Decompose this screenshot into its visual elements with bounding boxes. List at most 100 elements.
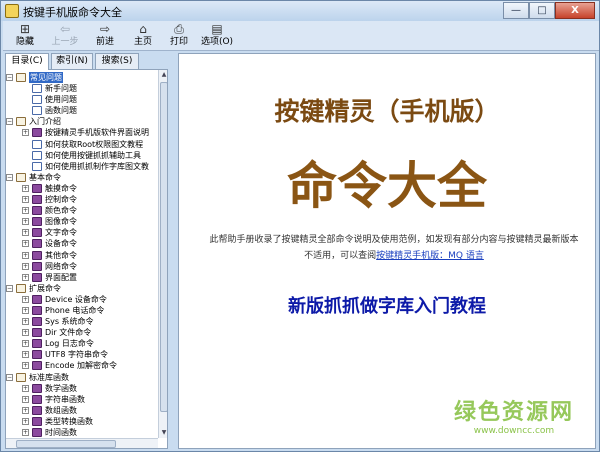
- tree-folder[interactable]: − 扩展命令: [6, 283, 156, 294]
- tree-item[interactable]: + Phone 电话命令: [6, 305, 156, 316]
- horizontal-scrollbar[interactable]: [6, 438, 158, 448]
- expand-icon[interactable]: +: [22, 184, 29, 192]
- vertical-scrollbar[interactable]: ▲ ▼: [158, 70, 167, 438]
- book-icon: [32, 394, 42, 404]
- expand-icon[interactable]: +: [22, 384, 29, 392]
- expand-icon[interactable]: +: [22, 318, 29, 326]
- tab-index[interactable]: 索引(N): [51, 53, 93, 69]
- tree-item[interactable]: + 文字命令: [6, 227, 156, 238]
- expand-icon[interactable]: +: [22, 129, 29, 137]
- tree-item-label: 时间函数: [45, 428, 77, 437]
- tree-item-label: Encode 加解密命令: [45, 361, 117, 371]
- tree-item-label: 入门介绍: [29, 117, 61, 127]
- home-button[interactable]: ⌂ 主页: [125, 22, 161, 50]
- title-bar[interactable]: 按键手机版命令大全 — □ X: [1, 1, 599, 21]
- tree-item[interactable]: + Dir 文件命令: [6, 327, 156, 338]
- expand-icon[interactable]: +: [22, 406, 29, 414]
- expand-icon[interactable]: +: [22, 329, 29, 337]
- book-icon: [32, 339, 42, 349]
- tree-item-label: Sys 系统命令: [45, 317, 94, 327]
- tree-item[interactable]: + Device 设备命令: [6, 294, 156, 305]
- forward-button[interactable]: ⇨ 前进: [87, 22, 123, 50]
- vertical-scroll-thumb[interactable]: [160, 82, 167, 412]
- tree-item-label: 新手问题: [45, 84, 77, 94]
- expand-icon[interactable]: +: [22, 362, 29, 370]
- tree-item[interactable]: + 字符串函数: [6, 394, 156, 405]
- scroll-up-icon[interactable]: ▲: [159, 70, 167, 80]
- expand-icon[interactable]: +: [22, 229, 29, 237]
- tree-item[interactable]: 函数问题: [6, 105, 156, 116]
- tree-item[interactable]: + 触摸命令: [6, 183, 156, 194]
- tree-item[interactable]: + 类型转换函数: [6, 416, 156, 427]
- scroll-down-icon[interactable]: ▼: [159, 428, 167, 438]
- tree-item-label: 文字命令: [45, 228, 77, 238]
- topic-page-icon: [32, 95, 42, 105]
- print-button[interactable]: ⎙ 打印: [161, 22, 197, 50]
- expand-icon[interactable]: +: [22, 295, 29, 303]
- tree-folder[interactable]: − 入门介绍: [6, 116, 156, 127]
- horizontal-scroll-thumb[interactable]: [16, 440, 116, 448]
- tree-item[interactable]: + 图像命令: [6, 216, 156, 227]
- book-icon: [32, 239, 42, 249]
- tutorial-link[interactable]: 新版抓抓做字库入门教程: [179, 292, 595, 318]
- expand-icon[interactable]: +: [22, 340, 29, 348]
- collapse-icon[interactable]: −: [6, 74, 13, 81]
- book-icon: [32, 361, 42, 371]
- tree-folder[interactable]: − 常见问题: [6, 72, 156, 83]
- options-button[interactable]: ▤ 选项(O): [195, 22, 239, 50]
- tree-item[interactable]: + 数组函数: [6, 405, 156, 416]
- expand-icon[interactable]: +: [22, 273, 29, 281]
- maximize-button[interactable]: □: [529, 2, 555, 19]
- tree-item[interactable]: 如何使用按键抓抓辅助工具: [6, 150, 156, 161]
- hide-button[interactable]: ⊞ 隐藏: [7, 22, 43, 50]
- expand-icon[interactable]: +: [22, 262, 29, 270]
- pane-splitter[interactable]: [171, 53, 175, 449]
- expand-icon[interactable]: +: [22, 395, 29, 403]
- tree-item[interactable]: + 数学函数: [6, 383, 156, 394]
- tree-item[interactable]: + 其他命令: [6, 250, 156, 261]
- expand-icon[interactable]: +: [22, 251, 29, 259]
- collapse-icon[interactable]: −: [6, 373, 13, 381]
- tree-item[interactable]: + 设备命令: [6, 238, 156, 249]
- tree-item[interactable]: + Encode 加解密命令: [6, 360, 156, 371]
- tree-item[interactable]: 新手问题: [6, 83, 156, 94]
- tree-item-label: 界面配置: [45, 272, 77, 282]
- tree-item[interactable]: 如何使用抓抓制作字库图文教: [6, 161, 156, 172]
- tree-item[interactable]: 如何获取Root权限图文教程: [6, 139, 156, 150]
- tree-folder[interactable]: − 基本命令: [6, 172, 156, 183]
- tree-item[interactable]: + Log 日志命令: [6, 338, 156, 349]
- close-button[interactable]: X: [555, 2, 595, 19]
- topic-page-icon: [32, 161, 42, 171]
- tree-folder[interactable]: − 标准库函数: [6, 372, 156, 383]
- tab-search[interactable]: 搜索(S): [95, 53, 139, 69]
- expand-icon[interactable]: +: [22, 306, 29, 314]
- tab-contents[interactable]: 目录(C): [5, 53, 49, 70]
- expand-icon[interactable]: +: [22, 218, 29, 226]
- expand-icon[interactable]: +: [22, 207, 29, 215]
- tree-item[interactable]: + 颜色命令: [6, 205, 156, 216]
- book-icon: [32, 428, 42, 437]
- expand-icon[interactable]: +: [22, 429, 29, 436]
- collapse-icon[interactable]: −: [6, 284, 13, 292]
- page-headline: 按键精灵（手机版）: [274, 97, 500, 126]
- open-book-icon: [16, 73, 26, 82]
- tree-item[interactable]: + UTF8 字符串命令: [6, 349, 156, 360]
- expand-icon[interactable]: +: [22, 240, 29, 248]
- collapse-icon[interactable]: −: [6, 118, 13, 126]
- tree-item[interactable]: 使用问题: [6, 94, 156, 105]
- tree-item[interactable]: + Sys 系统命令: [6, 316, 156, 327]
- expand-icon[interactable]: +: [22, 196, 29, 204]
- page-title: 命令大全: [287, 157, 487, 215]
- collapse-icon[interactable]: −: [6, 173, 13, 181]
- tree-item-label: 其他命令: [45, 250, 77, 260]
- tree-item[interactable]: + 时间函数: [6, 427, 156, 438]
- minimize-button[interactable]: —: [503, 2, 529, 19]
- tree-item[interactable]: + 按键精灵手机版软件界面说明: [6, 127, 156, 138]
- tree-item[interactable]: + 界面配置: [6, 272, 156, 283]
- tree-item[interactable]: + 控制命令: [6, 194, 156, 205]
- expand-icon[interactable]: +: [22, 351, 29, 359]
- tree-item[interactable]: + 网络命令: [6, 261, 156, 272]
- back-button[interactable]: ⇦ 上一步: [47, 22, 83, 50]
- expand-icon[interactable]: +: [22, 417, 29, 425]
- mq-language-link[interactable]: 按键精灵手机版：MQ 语言: [376, 251, 484, 261]
